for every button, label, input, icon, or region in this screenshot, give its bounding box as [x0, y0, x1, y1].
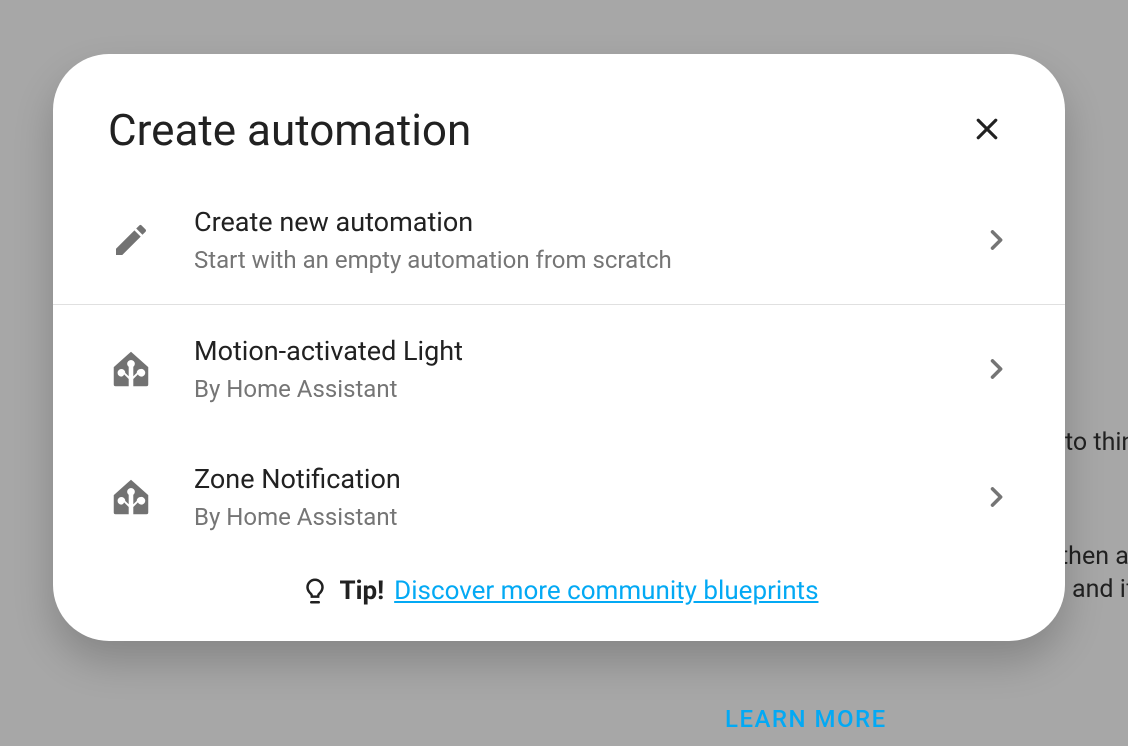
background-text: then a: [1060, 542, 1128, 571]
create-automation-dialog: Create automation Create new automation …: [53, 54, 1065, 641]
option-subtitle: By Home Assistant: [194, 375, 982, 403]
home-assistant-icon: [108, 346, 154, 392]
pencil-icon: [108, 220, 154, 260]
option-motion-activated-light[interactable]: Motion-activated Light By Home Assistant: [53, 305, 1065, 433]
close-icon: [972, 114, 1002, 147]
lightbulb-icon: [300, 576, 330, 606]
tip-discover-blueprints-link[interactable]: Discover more community blueprints: [394, 576, 818, 606]
option-subtitle: Start with an empty automation from scra…: [194, 246, 982, 274]
dialog-title: Create automation: [108, 104, 471, 156]
dialog-header: Create automation: [53, 54, 1065, 176]
option-title: Create new automation: [194, 206, 982, 238]
tip-label: Tip!: [340, 576, 385, 606]
option-text-group: Motion-activated Light By Home Assistant: [154, 335, 982, 403]
option-text-group: Create new automation Start with an empt…: [154, 206, 982, 274]
option-subtitle: By Home Assistant: [194, 503, 982, 531]
option-title: Motion-activated Light: [194, 335, 982, 367]
option-text-group: Zone Notification By Home Assistant: [154, 463, 982, 531]
background-text: and if: [1072, 575, 1128, 604]
background-text: to thin: [1065, 428, 1128, 457]
chevron-right-icon: [982, 355, 1010, 383]
chevron-right-icon: [982, 483, 1010, 511]
option-title: Zone Notification: [194, 463, 982, 495]
tip-row: Tip! Discover more community blueprints: [53, 561, 1065, 616]
home-assistant-icon: [108, 474, 154, 520]
learn-more-link[interactable]: LEARN MORE: [725, 705, 887, 733]
option-create-new-automation[interactable]: Create new automation Start with an empt…: [53, 176, 1065, 305]
chevron-right-icon: [982, 226, 1010, 254]
close-button[interactable]: [964, 106, 1010, 155]
option-zone-notification[interactable]: Zone Notification By Home Assistant: [53, 433, 1065, 561]
